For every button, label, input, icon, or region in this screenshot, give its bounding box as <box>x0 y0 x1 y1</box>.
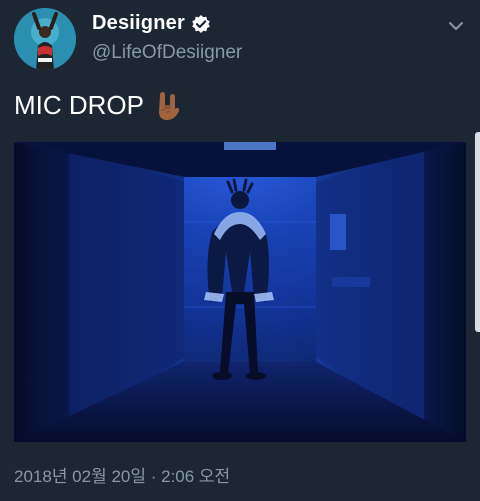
chevron-down-icon[interactable] <box>446 16 466 36</box>
avatar[interactable] <box>14 8 76 70</box>
tweet-timestamp: 2018년 02월 20일 · 2:06 오전 <box>14 467 231 486</box>
display-name[interactable]: Desiigner <box>92 12 185 35</box>
user-handle[interactable]: @LifeOfDesiigner <box>92 42 242 64</box>
sign-of-the-horns-emoji-icon <box>154 91 182 121</box>
tweet-text-content: MIC DROP <box>14 90 144 120</box>
tweet-text: MIC DROP <box>14 90 182 121</box>
display-name-row: Desiigner <box>92 12 211 35</box>
scrollbar[interactable] <box>475 132 480 332</box>
tweet-card: Desiigner @LifeOfDesiigner MIC DROP 2018… <box>0 0 480 501</box>
verified-badge-icon <box>191 14 211 34</box>
tweet-photo[interactable] <box>14 142 466 442</box>
